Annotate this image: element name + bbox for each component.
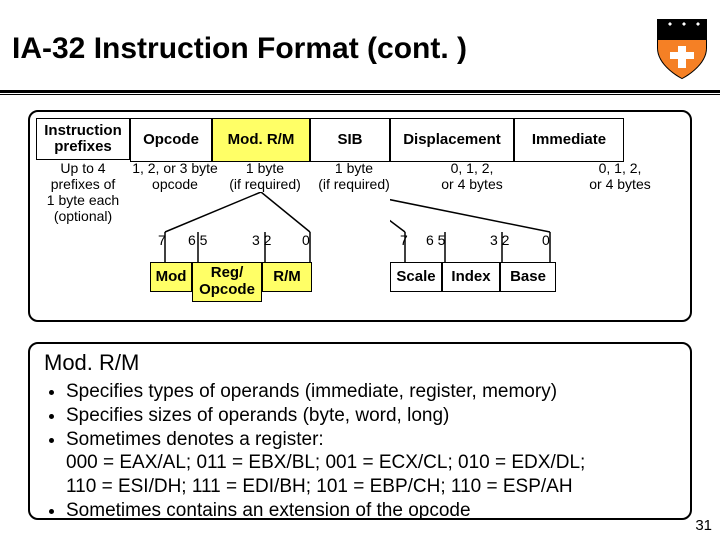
sib-bit-0: 0	[542, 232, 550, 248]
sib-bit-32: 3 2	[490, 232, 509, 248]
desc-bullet: Sometimes contains an extension of the o…	[66, 499, 676, 523]
connector-sib	[390, 192, 560, 264]
desc-heading: Mod. R/M	[44, 350, 676, 376]
divider	[0, 90, 720, 93]
sib-bit-7: 7	[400, 232, 408, 248]
modrm-bit-0: 0	[302, 232, 310, 248]
desc-bullet: Specifies sizes of operands (byte, word,…	[66, 404, 676, 428]
hdr-sib: SIB	[310, 118, 390, 162]
description-box: Mod. R/M Specifies types of operands (im…	[28, 342, 692, 520]
princeton-shield-icon	[656, 18, 708, 80]
sub-modrm: 1 byte (if required)	[220, 160, 310, 192]
sub-sib: 1 byte (if required)	[310, 160, 398, 192]
desc-bullet: Sometimes denotes a register: 000 = EAX/…	[66, 428, 676, 499]
sib-index: Index	[442, 262, 500, 292]
sub-opcode: 1, 2, or 3 byte opcode	[124, 160, 226, 192]
page-title: IA-32 Instruction Format (cont. )	[12, 32, 656, 66]
modrm-reg: Reg/ Opcode	[192, 262, 262, 302]
connector-modrm	[150, 192, 320, 264]
modrm-rm: R/M	[262, 262, 312, 292]
divider	[0, 94, 720, 95]
hdr-prefixes: Instruction prefixes	[36, 118, 130, 160]
modrm-mod: Mod	[150, 262, 192, 292]
sub-disp: 0, 1, 2, or 4 bytes	[422, 160, 522, 192]
sib-base: Base	[500, 262, 556, 292]
sub-imm: 0, 1, 2, or 4 bytes	[570, 160, 670, 192]
sub-prefixes: Up to 4 prefixes of 1 byte each (optiona…	[36, 160, 130, 224]
sib-bit-65: 6 5	[426, 232, 445, 248]
hdr-disp: Displacement	[390, 118, 514, 162]
hdr-imm: Immediate	[514, 118, 624, 162]
desc-bullet: Specifies types of operands (immediate, …	[66, 380, 676, 404]
modrm-bit-65: 6 5	[188, 232, 207, 248]
modrm-bit-7: 7	[158, 232, 166, 248]
hdr-opcode: Opcode	[130, 118, 212, 162]
hdr-modrm: Mod. R/M	[212, 118, 310, 162]
modrm-bit-32: 3 2	[252, 232, 271, 248]
format-diagram: Instruction prefixes Opcode Mod. R/M SIB…	[28, 110, 692, 322]
sib-scale: Scale	[390, 262, 442, 292]
page-number: 31	[695, 517, 712, 534]
